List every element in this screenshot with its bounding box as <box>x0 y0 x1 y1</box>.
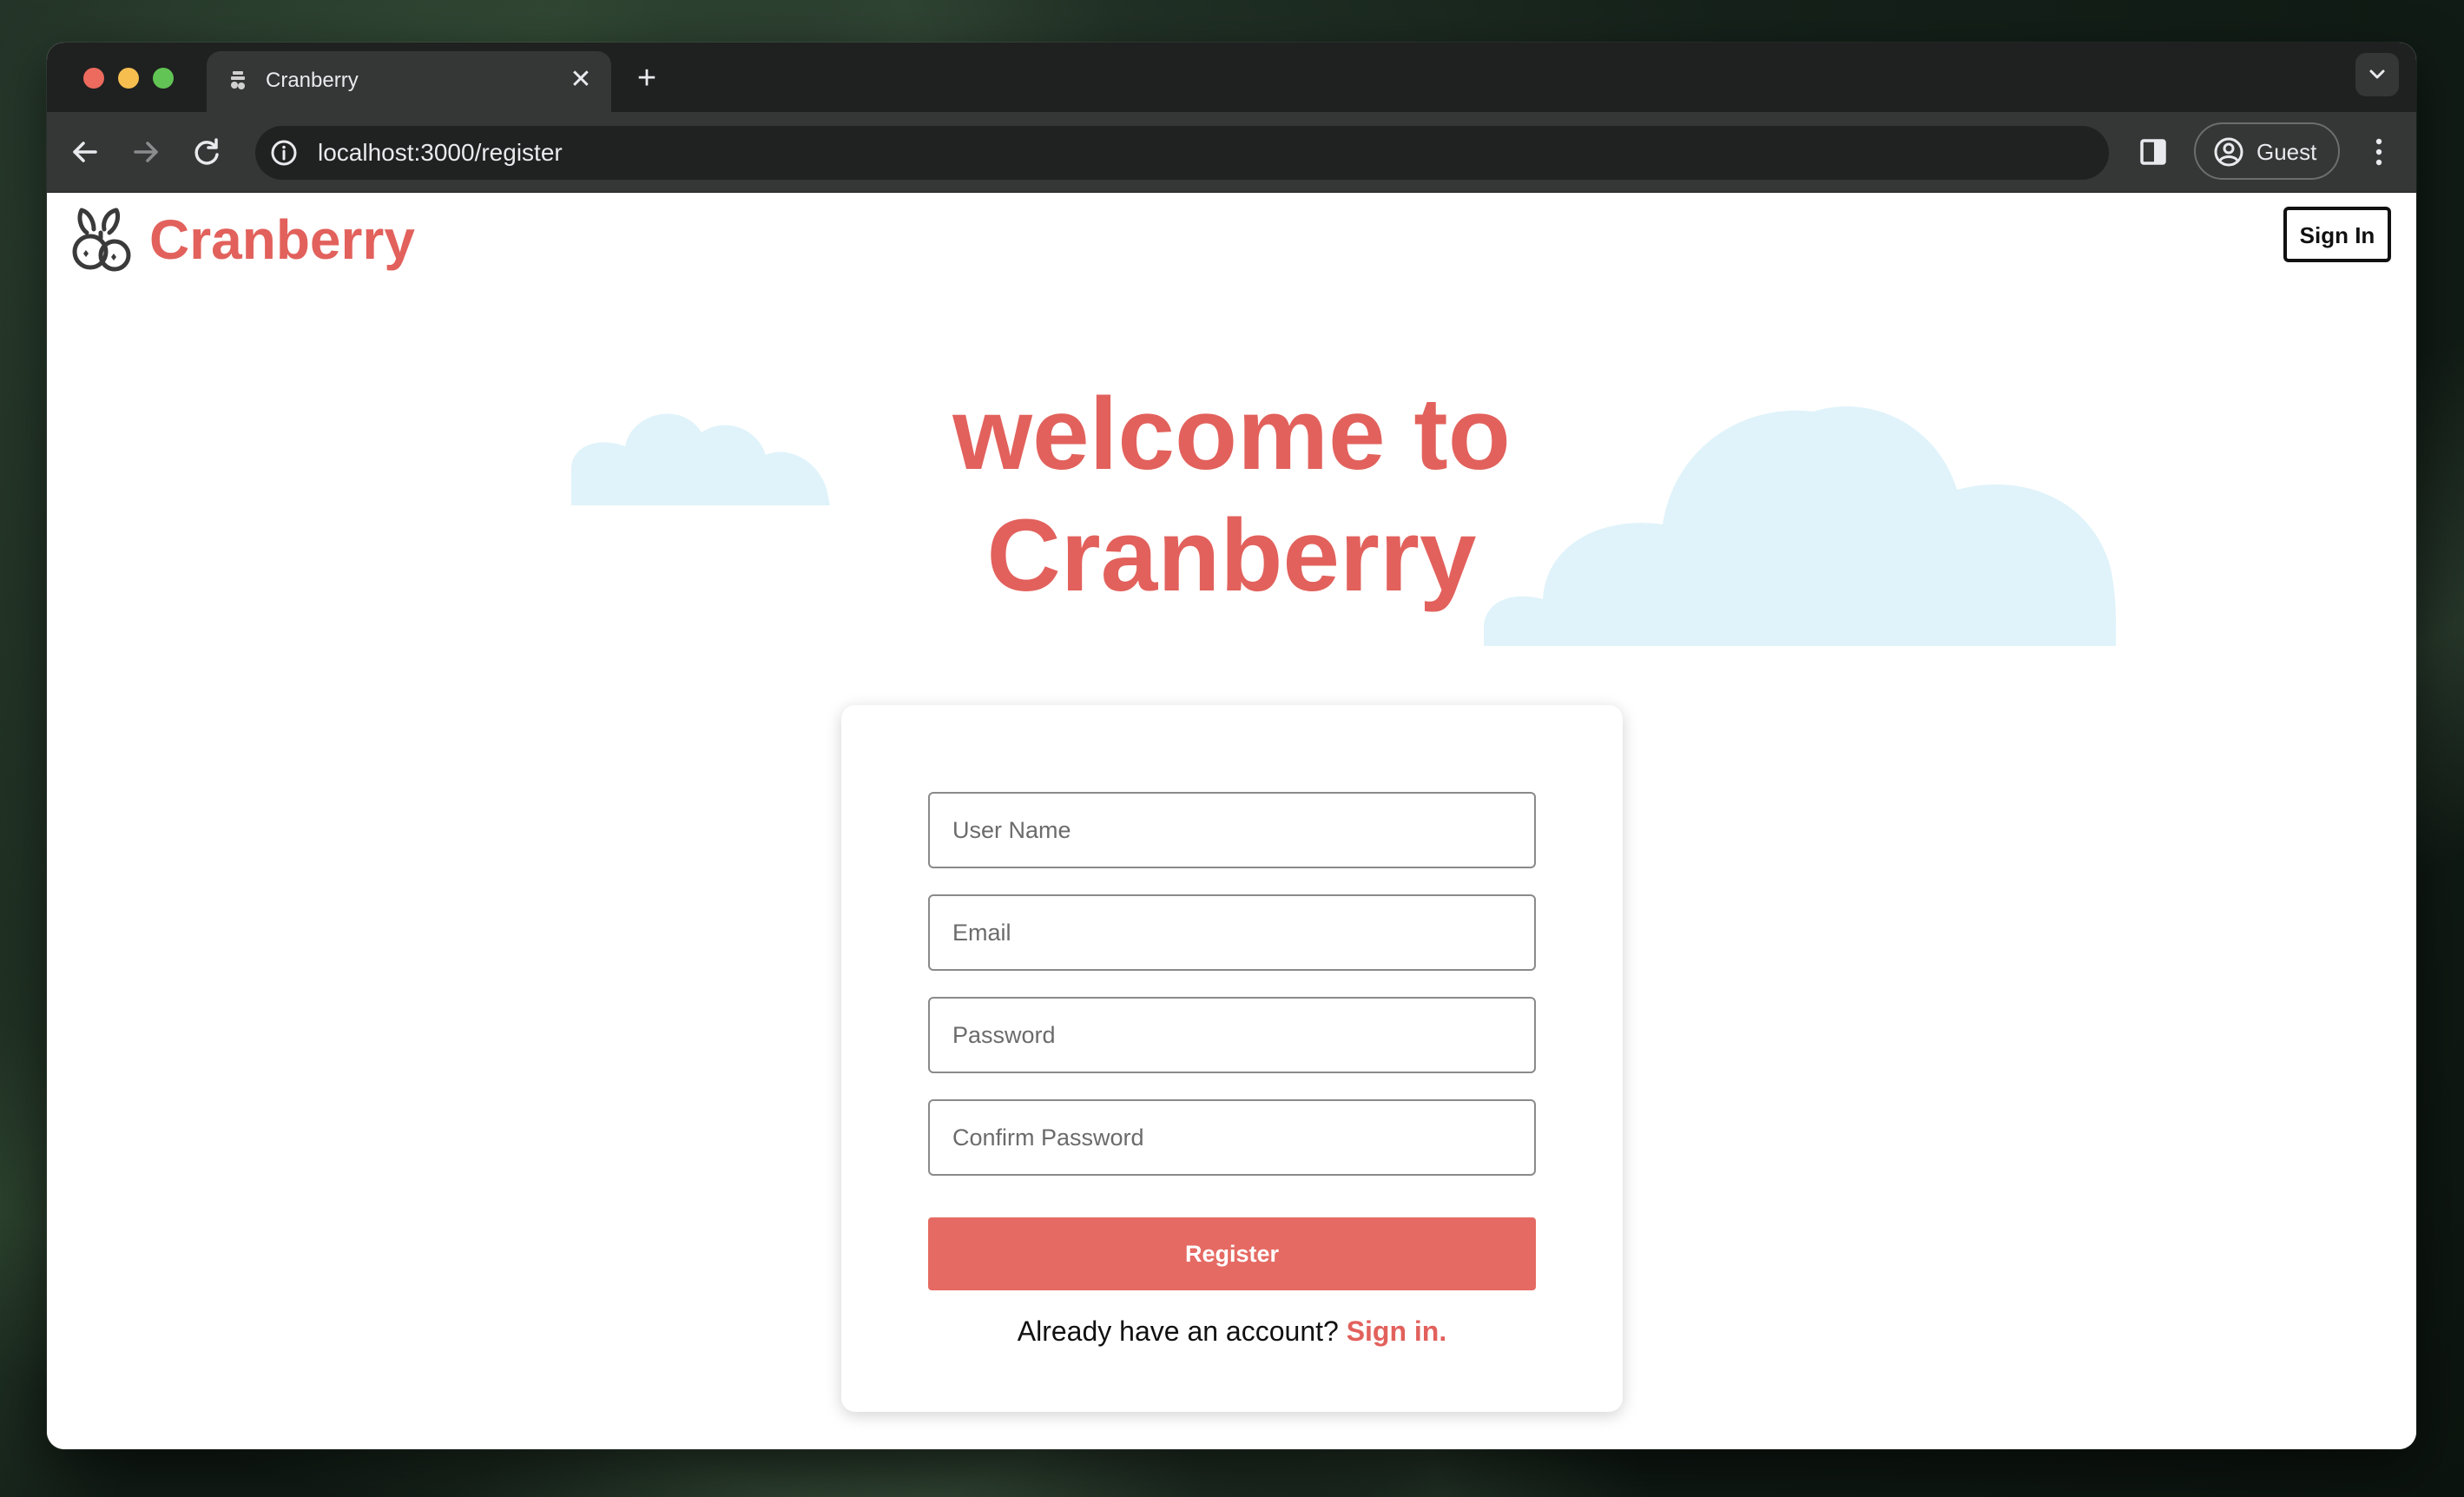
maximize-window-button[interactable] <box>153 68 174 89</box>
email-field[interactable] <box>928 894 1536 971</box>
arrow-right-icon <box>134 142 158 162</box>
hero-line-2: Cranberry <box>986 498 1477 613</box>
side-panel-icon <box>2140 139 2166 165</box>
minimize-window-button[interactable] <box>118 68 139 89</box>
browser-window: Cranberry ✕ + localhost:3000/register Gu… <box>47 43 2416 1449</box>
arrow-left-icon <box>73 142 97 162</box>
page-viewport: Cranberry Sign In welcome to Cranberry R… <box>47 193 2416 1449</box>
new-tab-button[interactable]: + <box>629 60 665 96</box>
logo-text: Cranberry <box>149 208 415 271</box>
chevron-down-icon <box>2369 69 2385 79</box>
register-card: Register Already have an account? Sign i… <box>841 705 1623 1412</box>
site-info-icon[interactable] <box>269 138 299 168</box>
forward-button[interactable] <box>125 131 167 173</box>
password-field[interactable] <box>928 997 1536 1073</box>
tab-favicon-icon <box>226 69 250 93</box>
more-vertical-icon <box>2375 138 2382 166</box>
cranberry-logo-icon <box>72 208 131 272</box>
back-button[interactable] <box>64 131 106 173</box>
tab-strip: Cranberry ✕ + <box>47 43 2416 112</box>
signin-prompt-text: Already have an account? <box>1017 1316 1339 1347</box>
browser-toolbar: localhost:3000/register Guest <box>47 112 2416 193</box>
username-field[interactable] <box>928 792 1536 868</box>
url-text: localhost:3000/register <box>318 139 563 166</box>
user-avatar-icon <box>2213 136 2244 168</box>
header-sign-in-button[interactable]: Sign In <box>2283 207 2391 262</box>
tab-cranberry[interactable]: Cranberry ✕ <box>207 51 611 112</box>
confirm-password-field[interactable] <box>928 1099 1536 1176</box>
reload-button[interactable] <box>186 131 227 173</box>
side-panel-button[interactable] <box>2131 129 2176 175</box>
address-bar[interactable]: localhost:3000/register <box>255 126 2109 180</box>
sign-in-link[interactable]: Sign in. <box>1347 1316 1447 1347</box>
tab-title: Cranberry <box>266 69 359 92</box>
hero-heading: welcome to Cranberry <box>47 373 2416 617</box>
reload-icon <box>194 138 219 165</box>
hero-line-1: welcome to <box>952 377 1511 491</box>
tab-close-icon[interactable]: ✕ <box>566 65 596 95</box>
signin-prompt: Already have an account? Sign in. <box>841 1316 1623 1348</box>
profile-label: Guest <box>2256 139 2317 165</box>
tab-search-button[interactable] <box>2355 53 2399 96</box>
browser-menu-button[interactable] <box>2358 131 2400 173</box>
register-button[interactable]: Register <box>928 1217 1536 1290</box>
close-window-button[interactable] <box>83 68 104 89</box>
site-logo[interactable]: Cranberry <box>68 203 415 276</box>
profile-button[interactable]: Guest <box>2194 122 2340 180</box>
